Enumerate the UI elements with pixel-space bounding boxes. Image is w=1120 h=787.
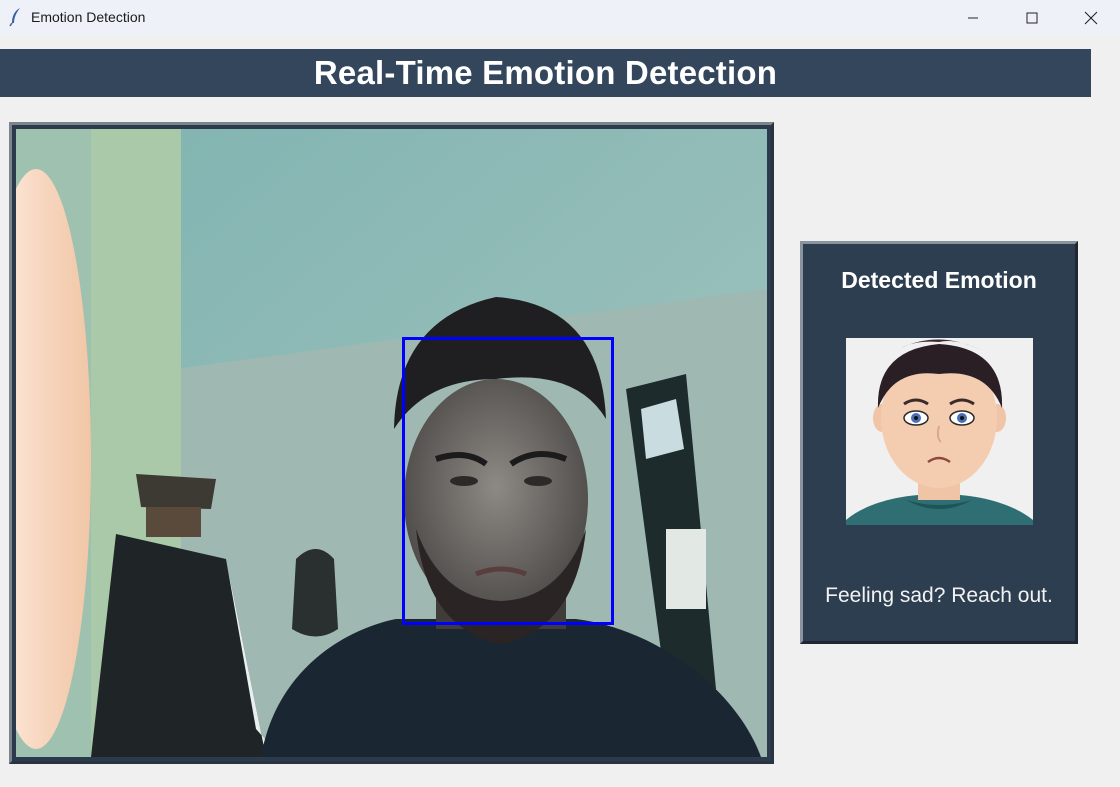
window-title: Emotion Detection	[31, 9, 146, 25]
panel-title: Detected Emotion	[841, 267, 1037, 293]
close-button[interactable]	[1062, 0, 1120, 36]
face-detection-box	[402, 337, 614, 625]
feather-icon	[9, 8, 20, 27]
webcam-scene	[16, 129, 767, 757]
close-icon	[1084, 11, 1098, 25]
maximize-icon	[1026, 12, 1038, 24]
app-header: Real-Time Emotion Detection	[0, 49, 1091, 97]
sad-face-icon	[846, 338, 1033, 525]
minimize-button[interactable]	[944, 0, 1002, 36]
minimize-icon	[968, 17, 978, 19]
window-title-bar: Emotion Detection	[0, 0, 1120, 36]
emotion-message: Feeling sad? Reach out.	[825, 584, 1053, 607]
webcam-feed	[16, 129, 767, 757]
sad-avatar-image	[846, 338, 1033, 525]
page-title: Real-Time Emotion Detection	[313, 54, 778, 91]
webcam-frame	[9, 122, 774, 764]
emotion-panel: Detected Emotion Feeling sad? Reach out.	[800, 241, 1078, 644]
maximize-button[interactable]	[1003, 0, 1061, 36]
